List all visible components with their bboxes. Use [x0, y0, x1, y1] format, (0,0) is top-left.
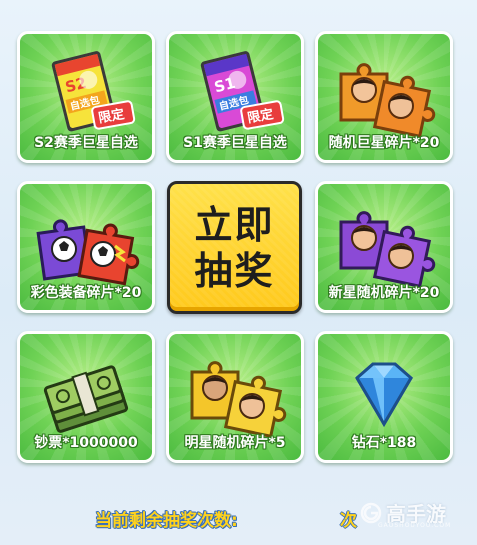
- prize-label: 新星随机碎片*20: [328, 285, 440, 301]
- equipment-puzzle-pieces-icon: [20, 194, 152, 289]
- orange-puzzle-pieces-icon: [318, 44, 450, 139]
- draw-button-line1: 立即: [194, 202, 275, 247]
- draw-button-line2: 抽奖: [194, 248, 275, 293]
- prize-card-star-fragments[interactable]: 明星随机碎片*5: [166, 331, 304, 463]
- purple-puzzle-pieces-icon: [318, 194, 450, 289]
- prize-card-random-star-fragments[interactable]: 随机巨星碎片*20: [315, 31, 453, 163]
- watermark-url: GAOSHOUYOU.COM: [378, 522, 452, 529]
- watermark-logo-icon: [360, 502, 382, 523]
- prize-label: 钻石*188: [351, 435, 417, 451]
- watermark: 高手游 GAOSHOUYOU.COM: [360, 498, 450, 529]
- prize-label: 彩色装备碎片*20: [30, 285, 142, 301]
- diamond-icon: [318, 344, 450, 439]
- prize-label: 随机巨星碎片*20: [328, 135, 440, 151]
- s2-star-pick-card-icon: S2 自选包 限定: [20, 44, 152, 139]
- cash-stack-icon: [20, 344, 152, 439]
- prize-card-s1-star-pick[interactable]: S1 自选包 限定 S1赛季巨星自选: [166, 31, 304, 163]
- yellow-puzzle-pieces-icon: [169, 344, 301, 439]
- remaining-draws-unit: 次: [340, 511, 357, 531]
- prize-card-equipment-fragments[interactable]: 彩色装备碎片*20: [17, 181, 155, 313]
- prize-card-new-star-fragments[interactable]: 新星随机碎片*20: [315, 181, 453, 313]
- prize-label: S2赛季巨星自选: [34, 135, 138, 151]
- prize-card-cash[interactable]: 钞票*1000000: [17, 331, 155, 463]
- remaining-draws-label: 当前剩余抽奖次数:: [95, 511, 238, 531]
- prize-card-diamond[interactable]: 钻石*188: [315, 331, 453, 463]
- prize-label: 明星随机碎片*5: [184, 435, 286, 451]
- prize-label: S1赛季巨星自选: [183, 135, 287, 151]
- draw-now-button[interactable]: 立即 抽奖: [167, 181, 302, 314]
- prize-card-s2-star-pick[interactable]: S2 自选包 限定 S2赛季巨星自选: [17, 31, 155, 163]
- s1-star-pick-card-icon: S1 自选包 限定: [169, 44, 301, 139]
- prize-label: 钞票*1000000: [34, 435, 138, 451]
